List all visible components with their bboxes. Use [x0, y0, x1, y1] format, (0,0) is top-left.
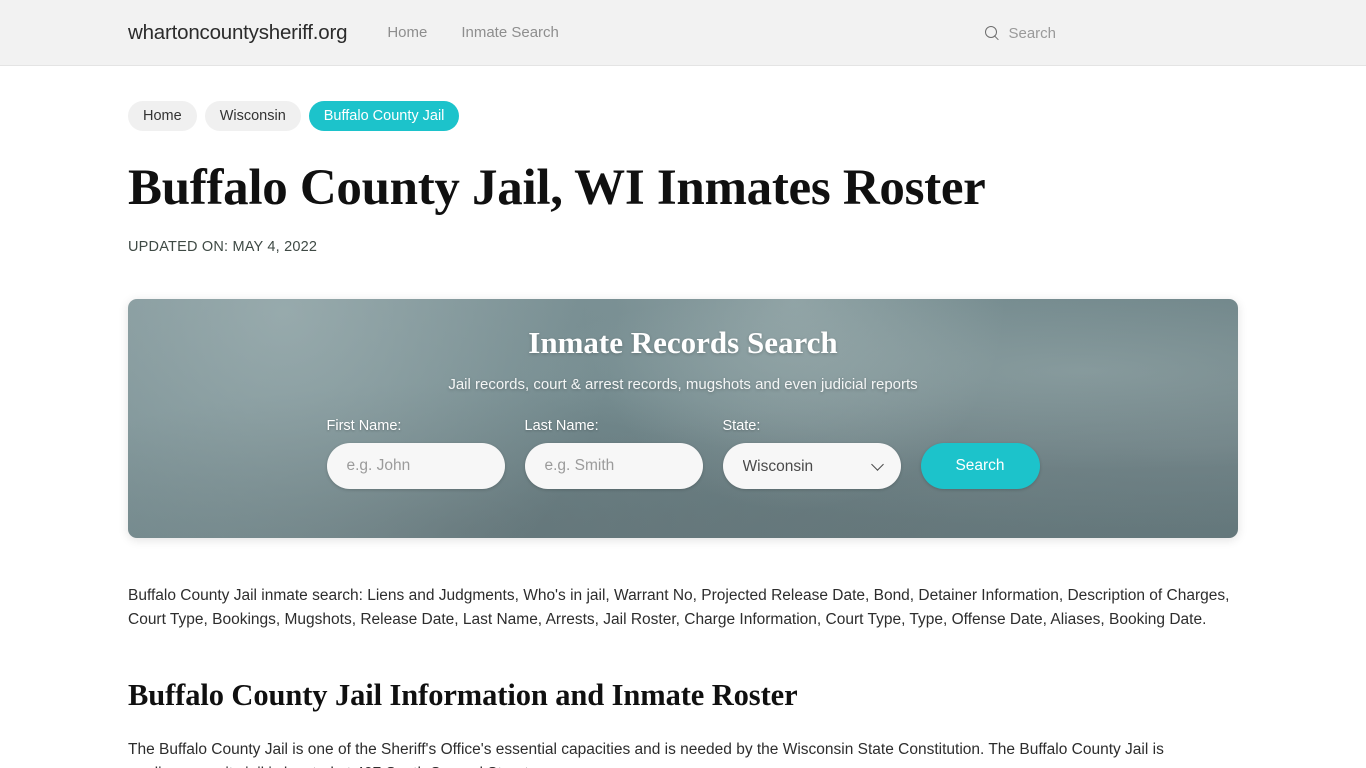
section-paragraph: The Buffalo County Jail is one of the Sh… — [128, 741, 1164, 768]
hero-title: Inmate Records Search — [528, 325, 838, 361]
breadcrumb: Home Wisconsin Buffalo County Jail — [128, 66, 1238, 131]
header-search-label: Search — [1008, 24, 1056, 42]
updated-date: UPDATED ON: MAY 4, 2022 — [128, 239, 318, 256]
state-select[interactable]: Wisconsin — [722, 443, 901, 490]
first-name-label: First Name: — [326, 418, 402, 435]
first-name-field-group: First Name: — [326, 418, 505, 490]
breadcrumb-item-wisconsin[interactable]: Wisconsin — [204, 101, 301, 131]
page-title: Buffalo County Jail, WI Inmates Roster — [128, 160, 986, 216]
header-search-toggle[interactable]: Search — [985, 25, 1056, 42]
section-heading: Buffalo County Jail Information and Inma… — [128, 678, 798, 713]
hero-subtitle: Jail records, court & arrest records, mu… — [448, 376, 918, 394]
breadcrumb-item-buffalo-county-jail[interactable]: Buffalo County Jail — [308, 101, 460, 131]
inmate-records-search-panel: Inmate Records Search Jail records, cour… — [128, 299, 1238, 539]
page-container: Home Wisconsin Buffalo County Jail Buffa… — [0, 66, 1366, 768]
first-name-input[interactable] — [326, 443, 505, 490]
last-name-label: Last Name: — [524, 418, 599, 435]
header-search-region: Search — [0, 0, 1366, 66]
state-label: State: — [722, 418, 761, 435]
state-field-group: State: Wisconsin — [722, 418, 901, 490]
search-button[interactable]: Search — [920, 443, 1040, 490]
breadcrumb-item-home[interactable]: Home — [128, 101, 197, 131]
search-icon — [985, 25, 1000, 41]
site-header: whartoncountysheriff.org Home Inmate Sea… — [0, 0, 1366, 66]
intro-paragraph: Buffalo County Jail inmate search: Liens… — [128, 587, 1230, 629]
last-name-input[interactable] — [524, 443, 703, 490]
last-name-field-group: Last Name: — [524, 418, 703, 490]
inmate-search-form: First Name: Last Name: State: Wisconsin … — [128, 418, 1238, 490]
